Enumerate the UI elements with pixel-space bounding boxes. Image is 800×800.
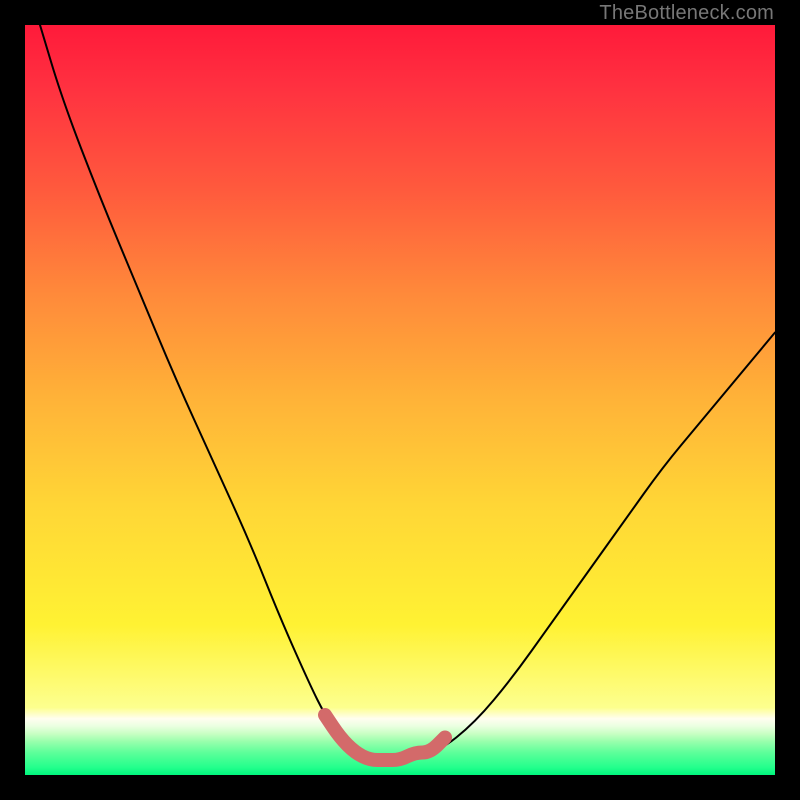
gradient-plot-area [25,25,775,775]
watermark-text: TheBottleneck.com [599,2,774,25]
highlight-segment [325,715,445,760]
bottleneck-curve [40,25,775,760]
chart-svg [25,25,775,775]
chart-frame: TheBottleneck.com [0,0,800,800]
